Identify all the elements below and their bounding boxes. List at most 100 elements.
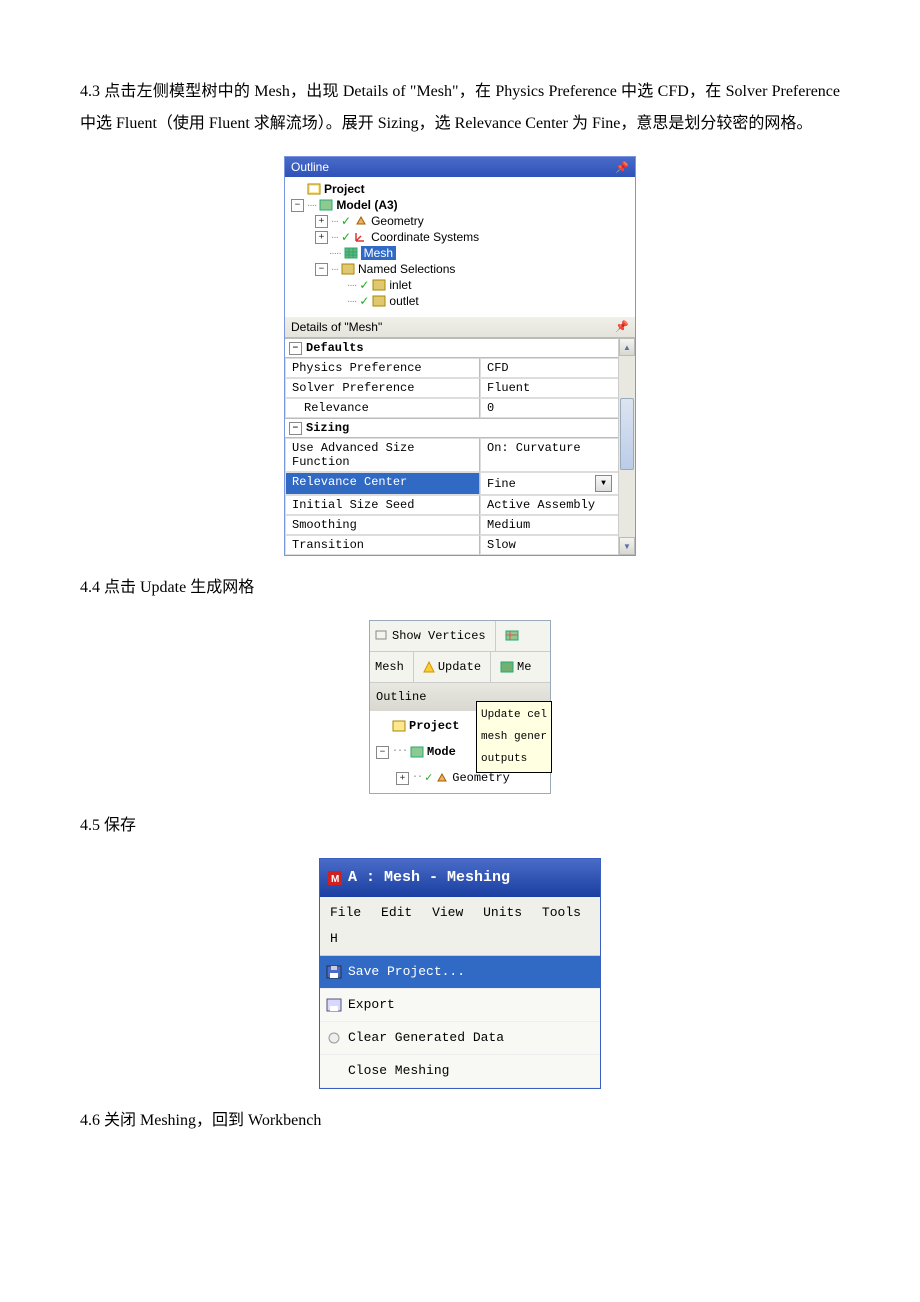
menu-label: Export (348, 992, 395, 1018)
btn-label: Show Vertices (392, 624, 486, 648)
prop-label-selected: Relevance Center (285, 472, 480, 495)
menu-label: Save Project... (348, 959, 465, 985)
expand-icon[interactable]: + (396, 772, 409, 785)
paragraph-4-6: 4.6 关闭 Meshing，回到 Workbench (80, 1105, 840, 1137)
menu-view[interactable]: View (426, 903, 469, 922)
tree-label-selected: Mesh (361, 246, 396, 260)
save-project-item[interactable]: Save Project... (320, 956, 600, 989)
menu-edit[interactable]: Edit (375, 903, 418, 922)
category-sizing[interactable]: −Sizing (285, 418, 619, 438)
svg-text:M: M (331, 874, 339, 885)
chevron-down-icon[interactable]: ▼ (595, 475, 612, 492)
details-title: Details of "Mesh" (291, 320, 382, 334)
wireframe-icon[interactable] (500, 627, 526, 645)
paragraph-4-4: 4.4 点击 Update 生成网格 (80, 572, 840, 604)
paragraph-4-3: 4.3 点击左侧模型树中的 Mesh，出现 Details of "Mesh"，… (80, 76, 840, 140)
tree-outlet[interactable]: ····✓outlet (291, 293, 633, 309)
menu-units[interactable]: Units (477, 903, 528, 922)
window-titlebar: M A : Mesh - Meshing (320, 859, 600, 897)
check-icon: ✓ (341, 230, 351, 244)
pin-icon[interactable]: 📌 (615, 161, 629, 174)
tree-label: Mode (427, 740, 456, 764)
prop-label: Physics Preference (285, 358, 480, 378)
prop-label: Initial Size Seed (285, 495, 480, 515)
details-grid: −Defaults Physics PreferenceCFD Solver P… (285, 338, 619, 555)
scroll-up-icon[interactable]: ▲ (619, 338, 635, 356)
outline-tree: Project −····Model (A3) +···✓Geometry +·… (285, 177, 635, 317)
prop-label: Transition (285, 535, 480, 555)
tree-model[interactable]: −····Model (A3) (291, 197, 633, 213)
menu-h[interactable]: H (324, 929, 344, 948)
collapse-icon[interactable]: − (376, 746, 389, 759)
save-icon (326, 965, 342, 979)
collapse-icon[interactable]: − (289, 342, 302, 355)
tooltip: Update cel mesh gener outputs (476, 701, 552, 773)
tree-label: Geometry (371, 214, 424, 228)
update-toolbar: Show Vertices Mesh Update Me Outline Upd… (369, 620, 551, 794)
menu-file[interactable]: File (324, 903, 367, 922)
prop-value[interactable]: Medium (480, 515, 619, 535)
relevance-center-dropdown[interactable]: Fine▼ (480, 472, 619, 495)
tip-line: mesh gener (481, 726, 547, 748)
clear-icon (326, 1031, 342, 1045)
prop-value[interactable]: On: Curvature (480, 438, 619, 472)
collapse-icon[interactable]: − (315, 263, 328, 276)
menu-tools[interactable]: Tools (536, 903, 587, 922)
check-icon: ✓ (341, 214, 351, 228)
meshing-window: M A : Mesh - Meshing File Edit View Unit… (319, 858, 601, 1089)
tree-label: Project (409, 714, 459, 738)
check-icon: ✓ (359, 278, 369, 292)
prop-value[interactable]: Fluent (480, 378, 619, 398)
pin-icon[interactable]: 📌 (615, 320, 629, 333)
show-vertices-button[interactable]: Show Vertices (370, 621, 491, 651)
prop-label: Solver Preference (285, 378, 480, 398)
prop-value[interactable]: 0 (480, 398, 619, 418)
paragraph-4-5: 4.5 保存 (80, 810, 840, 842)
scroll-thumb[interactable] (620, 398, 634, 470)
tree-geometry[interactable]: +···✓Geometry (291, 213, 633, 229)
prop-value[interactable]: Active Assembly (480, 495, 619, 515)
export-item[interactable]: Export (320, 989, 600, 1022)
category-defaults[interactable]: −Defaults (285, 338, 619, 358)
tree-mesh[interactable]: ·····Mesh (291, 245, 633, 261)
tree-coord[interactable]: +···✓Coordinate Systems (291, 229, 633, 245)
outline-panel: Outline 📌 Project −····Model (A3) +···✓G… (284, 156, 636, 556)
prop-label: Relevance (285, 398, 480, 418)
outline-mini-header: Outline Update cel mesh gener outputs (370, 683, 550, 711)
tree-named[interactable]: −···Named Selections (291, 261, 633, 277)
collapse-icon[interactable]: − (291, 199, 304, 212)
app-icon: M (328, 871, 342, 885)
check-icon: ✓ (359, 294, 369, 308)
file-menu: Save Project... Export Clear Generated D… (320, 956, 600, 1088)
cat-label: Sizing (306, 421, 349, 435)
tip-line: Update cel (481, 704, 547, 726)
expand-icon[interactable]: + (315, 231, 328, 244)
prop-value[interactable]: CFD (480, 358, 619, 378)
tree-label: Named Selections (358, 262, 455, 276)
mesh-button[interactable]: Mesh (370, 652, 409, 682)
tree-label: inlet (389, 278, 411, 292)
update-button[interactable]: Update (418, 652, 486, 682)
btn-label: Update (438, 655, 481, 679)
menu-label: Close Meshing (348, 1058, 449, 1084)
mesh-icon-button[interactable]: Me (495, 652, 536, 682)
tip-line: outputs (481, 748, 547, 770)
details-header: Details of "Mesh" 📌 (285, 317, 635, 338)
menu-label: Clear Generated Data (348, 1025, 504, 1051)
expand-icon[interactable]: + (315, 215, 328, 228)
close-meshing-item[interactable]: Close Meshing (320, 1055, 600, 1088)
btn-label: Mesh (375, 655, 404, 679)
clear-data-item[interactable]: Clear Generated Data (320, 1022, 600, 1055)
cat-label: Defaults (306, 341, 364, 355)
outline-titlebar: Outline 📌 (285, 157, 635, 177)
tree-project[interactable]: Project (291, 181, 633, 197)
tree-inlet[interactable]: ····✓inlet (291, 277, 633, 293)
export-icon (326, 998, 342, 1012)
scrollbar[interactable]: ▲ ▼ (618, 338, 635, 555)
prop-value[interactable]: Slow (480, 535, 619, 555)
collapse-icon[interactable]: − (289, 422, 302, 435)
scroll-down-icon[interactable]: ▼ (619, 537, 635, 555)
outline-title: Outline (291, 160, 329, 174)
tree-label: Project (324, 182, 365, 196)
tree-label: Model (A3) (336, 198, 397, 212)
